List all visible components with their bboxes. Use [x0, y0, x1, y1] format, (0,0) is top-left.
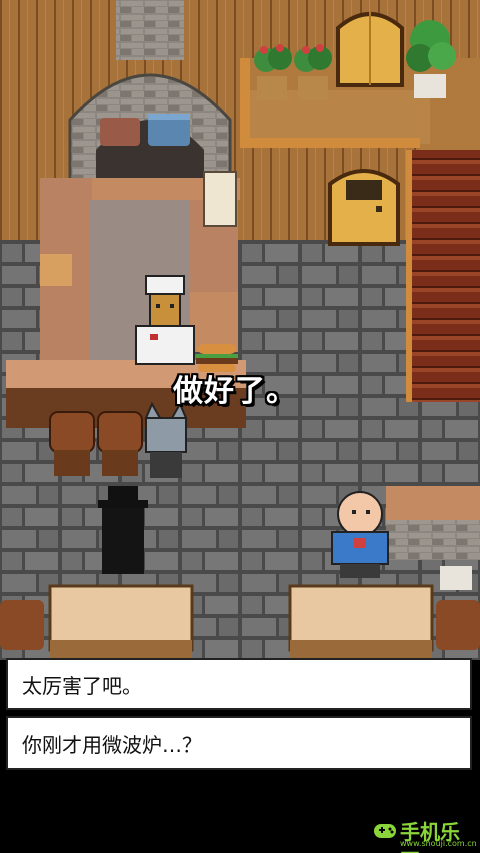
npc-speech-text: 做好了。 — [173, 374, 297, 409]
watermark: 手机乐园 www.shouji.com.cn — [372, 812, 477, 853]
choice-1-label: 太厉害了吧。 — [22, 673, 142, 698]
side-counter — [386, 486, 480, 520]
chair-bottom-left — [0, 600, 44, 650]
gamepad-icon — [374, 824, 396, 838]
chair-bottom-right — [436, 600, 480, 650]
watermark-url: www.shouji.com.cn — [400, 839, 477, 848]
lower-door — [328, 169, 400, 246]
staircase — [410, 150, 480, 402]
chair-left — [49, 411, 95, 476]
dialogue-choice-2[interactable]: 你刚才用微波炉…？ — [6, 716, 472, 770]
tavern-scene — [0, 0, 480, 660]
table-left — [48, 584, 194, 660]
game-screen: 做好了。 太厉害了吧。 你刚才用微波炉…？ 手机乐园 www.shouji.co… — [0, 0, 480, 853]
upper-door — [336, 12, 404, 87]
choice-2-label: 你刚才用微波炉…？ — [22, 732, 202, 757]
chair-right — [97, 411, 143, 476]
table-right — [288, 584, 434, 660]
bald-man-character — [331, 491, 389, 578]
dialogue-choice-1[interactable]: 太厉害了吧。 — [6, 658, 472, 710]
